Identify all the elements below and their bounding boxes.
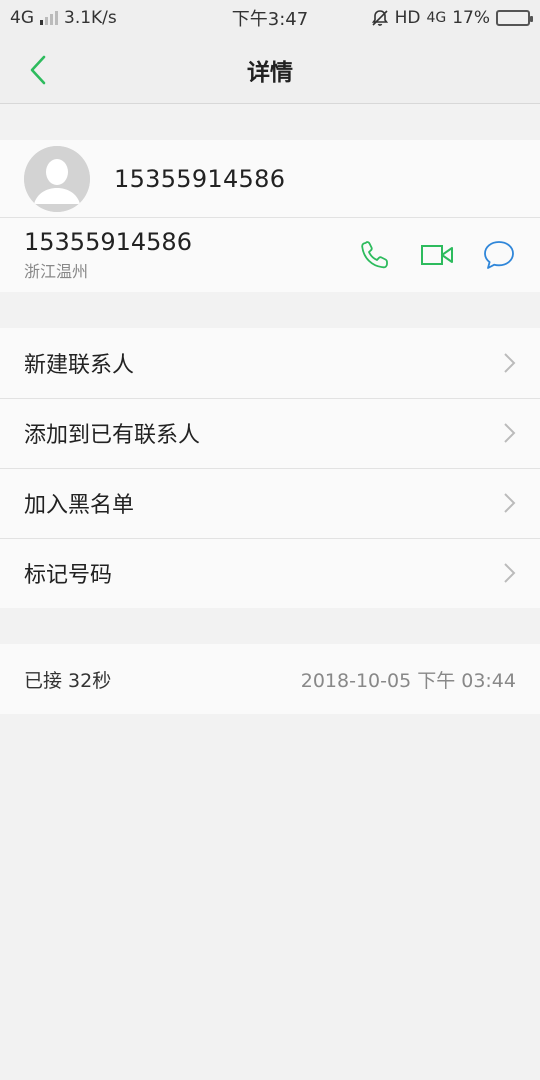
chevron-right-icon bbox=[502, 352, 516, 374]
status-bar: 4G 3.1K/s 下午3:47 HD 4G 17% bbox=[0, 0, 540, 36]
action-menu: 新建联系人 添加到已有联系人 加入黑名单 标记号码 bbox=[0, 328, 540, 608]
network-type: 4G bbox=[10, 8, 34, 28]
menu-item-new-contact[interactable]: 新建联系人 bbox=[0, 328, 540, 398]
network-type-right: 4G bbox=[426, 10, 447, 26]
video-call-button[interactable] bbox=[420, 238, 454, 272]
network-speed: 3.1K/s bbox=[64, 8, 117, 28]
bell-muted-icon bbox=[371, 10, 388, 26]
call-status: 已接 32秒 bbox=[24, 669, 112, 692]
chevron-right-icon bbox=[502, 492, 516, 514]
menu-item-label: 标记号码 bbox=[24, 563, 113, 588]
avatar[interactable] bbox=[24, 145, 90, 212]
contact-card: 15355914586 15355914586 浙江温州 bbox=[0, 140, 540, 292]
menu-item-label: 新建联系人 bbox=[24, 353, 135, 378]
signal-icon bbox=[40, 11, 58, 25]
page-title: 详情 bbox=[247, 59, 293, 86]
call-log-entry[interactable]: 已接 32秒 2018-10-05 下午 03:44 bbox=[0, 644, 540, 714]
person-placeholder-icon bbox=[24, 145, 90, 212]
menu-item-add-to-existing[interactable]: 添加到已有联系人 bbox=[0, 398, 540, 468]
app-header: 详情 bbox=[0, 36, 540, 104]
message-button[interactable] bbox=[482, 238, 516, 272]
hd-badge: HD bbox=[394, 8, 421, 28]
contact-actions bbox=[358, 238, 516, 272]
chevron-left-icon bbox=[30, 55, 46, 84]
chevron-right-icon bbox=[502, 562, 516, 584]
status-right: HD 4G 17% bbox=[371, 8, 533, 28]
menu-item-label: 添加到已有联系人 bbox=[24, 423, 201, 448]
status-left: 4G 3.1K/s bbox=[10, 8, 117, 28]
menu-item-mark-number[interactable]: 标记号码 bbox=[0, 538, 540, 608]
battery-percent: 17% bbox=[452, 8, 490, 28]
phone-icon bbox=[361, 241, 388, 269]
phone-number: 15355914586 bbox=[24, 228, 192, 256]
phone-number-row[interactable]: 15355914586 浙江温州 bbox=[0, 218, 540, 292]
contact-header: 15355914586 bbox=[0, 140, 540, 218]
video-camera-icon bbox=[421, 245, 453, 265]
battery-icon bbox=[496, 10, 533, 26]
menu-item-blacklist[interactable]: 加入黑名单 bbox=[0, 468, 540, 538]
call-datetime: 2018-10-05 下午 03:44 bbox=[300, 669, 516, 692]
number-info: 15355914586 浙江温州 bbox=[24, 228, 358, 282]
chat-bubble-icon bbox=[484, 241, 514, 269]
chevron-right-icon bbox=[502, 422, 516, 444]
contact-name: 15355914586 bbox=[114, 164, 286, 193]
back-button[interactable] bbox=[0, 36, 76, 104]
call-button[interactable] bbox=[358, 238, 392, 272]
number-location: 浙江温州 bbox=[24, 262, 89, 281]
menu-item-label: 加入黑名单 bbox=[24, 493, 135, 518]
